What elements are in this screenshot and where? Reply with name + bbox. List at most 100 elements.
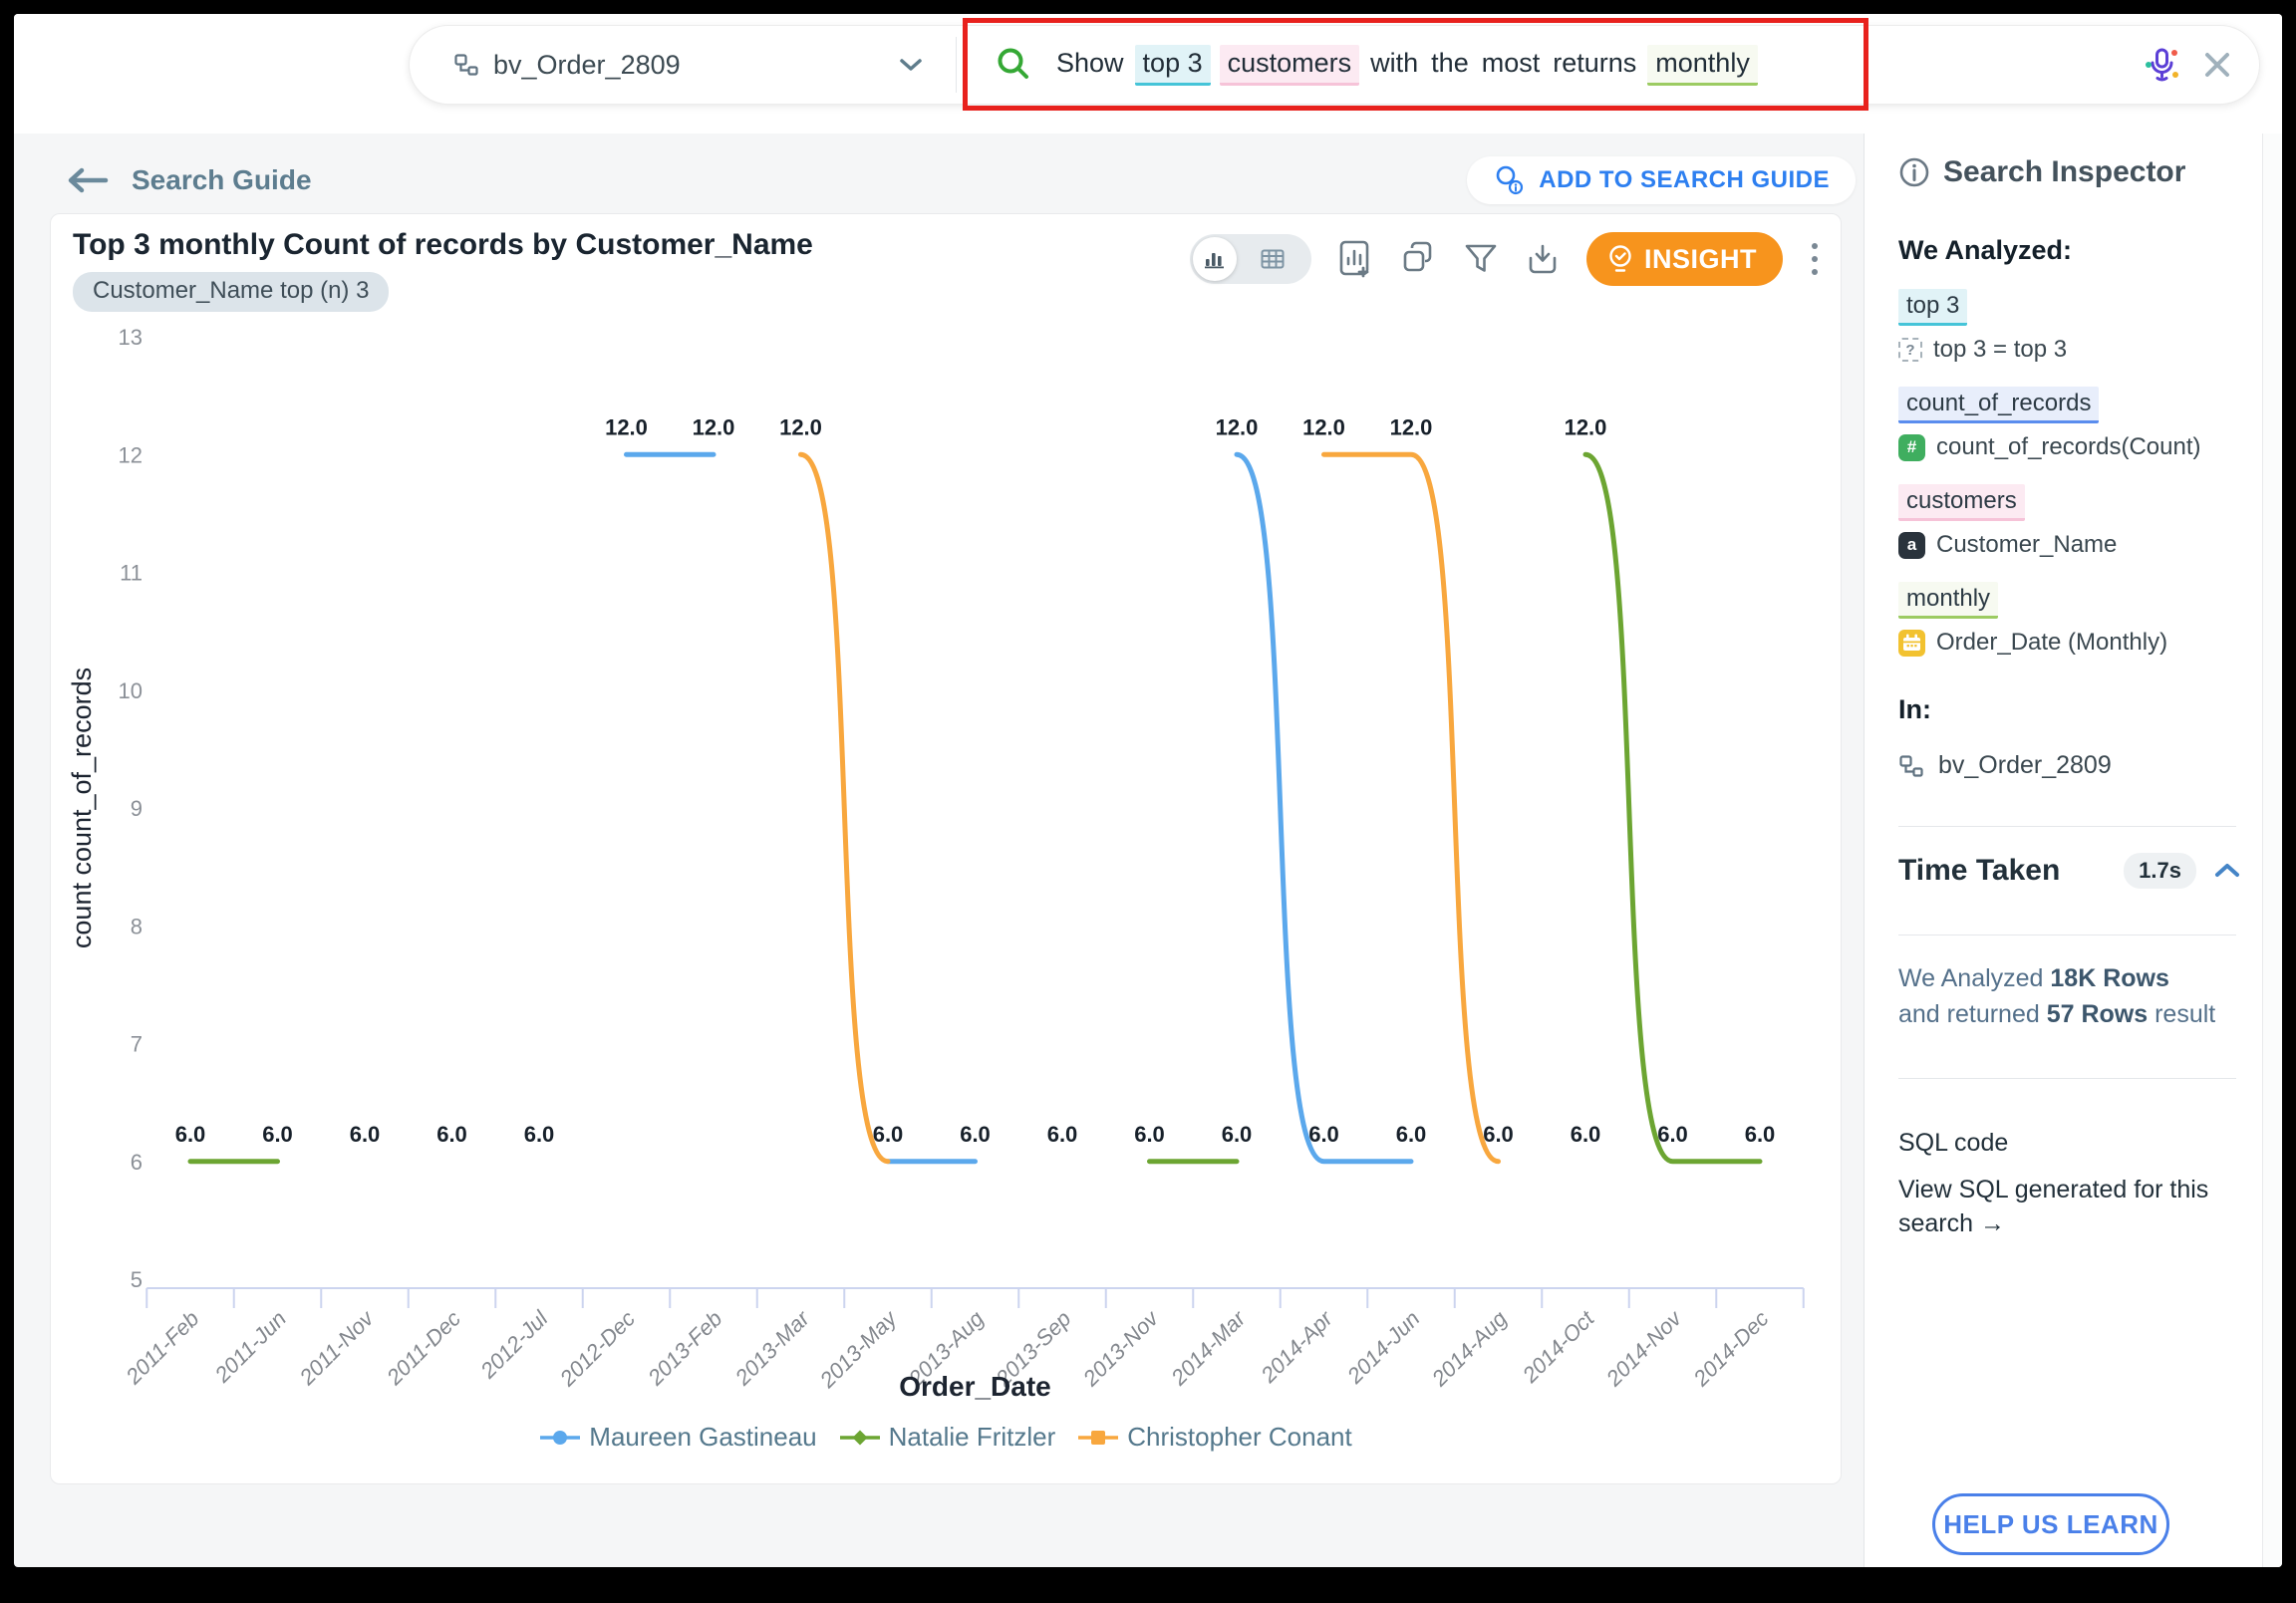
add-to-search-guide-label: ADD TO SEARCH GUIDE [1539, 166, 1830, 194]
chevron-up-icon[interactable] [2212, 861, 2242, 881]
x-tick-label: 2014-Jun [1341, 1306, 1424, 1389]
chart-table-toggle[interactable] [1190, 234, 1311, 284]
data-label: 6.0 [262, 1122, 293, 1147]
add-chart-button[interactable] [1337, 239, 1373, 279]
chart-title: Top 3 monthly Count of records by Custom… [73, 228, 813, 262]
top-bar: bv_Order_2809 Showtop 3customerswiththem… [14, 14, 2282, 134]
data-label: 6.0 [1571, 1122, 1601, 1147]
data-label: 6.0 [1222, 1122, 1253, 1147]
analyzed-detail: count_of_records(Count) [1936, 433, 2200, 461]
filter-button[interactable] [1463, 242, 1499, 276]
guide-row: Search Guide ADD TO SEARCH GUIDE [14, 134, 1864, 213]
y-tick-label: 6 [131, 1150, 143, 1175]
attribute-a-icon: a [1898, 532, 1925, 559]
help-us-learn-button[interactable]: HELP US LEARN [1932, 1493, 2169, 1555]
view-sql-link[interactable]: View SQL generated for this search → [1898, 1174, 2232, 1241]
x-tick-label: 2011-Jun [209, 1306, 291, 1388]
chart-legend: Maureen Gastineau Natalie Fritzler Christo… [51, 1422, 1841, 1453]
back-to-search-guide[interactable]: Search Guide [64, 164, 312, 196]
rows-returned-suffix: result [2148, 1000, 2215, 1028]
legend-item[interactable]: Maureen Gastineau [539, 1422, 816, 1453]
analyzed-token[interactable]: customers [1898, 484, 2025, 521]
data-label: 12.0 [1390, 414, 1433, 439]
insight-button[interactable]: INSIGHT [1586, 232, 1783, 286]
search-bar-actions [2142, 26, 2235, 104]
back-arrow-icon [64, 165, 110, 195]
query-token: the [1429, 45, 1471, 86]
analyzed-group: count_of_records#count_of_records(Count) [1898, 390, 2242, 461]
x-tick-label: 2014-Mar [1166, 1305, 1252, 1391]
analyzed-token[interactable]: top 3 [1898, 289, 1967, 326]
series-line[interactable] [627, 454, 1412, 1162]
search-input[interactable]: Showtop 3customerswiththemostreturnsmont… [957, 26, 2259, 104]
we-analyzed-heading: We Analyzed: [1898, 235, 2242, 266]
data-label: 6.0 [960, 1122, 991, 1147]
y-tick-label: 8 [131, 914, 143, 938]
time-taken-label: Time Taken [1898, 854, 2060, 888]
download-button[interactable] [1525, 241, 1561, 277]
data-label: 6.0 [436, 1122, 467, 1147]
query-token: Show [1054, 45, 1126, 86]
series-line[interactable] [801, 454, 1499, 1162]
analyzed-group: monthlyOrder_Date (Monthly) [1898, 585, 2242, 657]
legend-marker-square [1077, 1430, 1119, 1446]
rows-returned-count: 57 Rows [2047, 1000, 2148, 1028]
analyzed-token[interactable]: monthly [1898, 582, 1998, 619]
chart-card: Top 3 monthly Count of records by Custom… [50, 213, 1842, 1484]
data-label: 6.0 [1308, 1122, 1339, 1147]
analyzed-group: top 3?top 3 = top 3 [1898, 292, 2242, 364]
x-tick-label: 2013-May [814, 1304, 903, 1393]
legend-marker-diamond [839, 1430, 881, 1446]
search-icon [995, 46, 1032, 84]
x-tick-label: 2013-Mar [729, 1305, 815, 1391]
dataset-selector[interactable]: bv_Order_2809 [410, 26, 956, 104]
query-token: most [1480, 45, 1543, 86]
dataset-hierarchy-icon [453, 52, 479, 78]
legend-label: Christopher Conant [1127, 1422, 1351, 1453]
insight-label: INSIGHT [1644, 244, 1757, 275]
data-label: 6.0 [1396, 1122, 1427, 1147]
table-view-toggle[interactable] [1237, 249, 1308, 269]
data-label: 6.0 [1657, 1122, 1688, 1147]
chart-view-toggle[interactable] [1193, 237, 1237, 281]
dataset-hierarchy-icon [1898, 753, 1924, 779]
in-dataset-row: bv_Order_2809 [1898, 751, 2242, 780]
data-label: 6.0 [175, 1122, 206, 1147]
analyzed-group: customersaCustomer_Name [1898, 487, 2242, 559]
data-label: 6.0 [524, 1122, 555, 1147]
question-icon: ? [1898, 338, 1922, 362]
x-tick-label: 2012-Dec [554, 1306, 640, 1392]
data-label: 6.0 [1483, 1122, 1514, 1147]
main-area: Search Guide ADD TO SEARCH GUIDE [14, 134, 1864, 1567]
rows-summary: We Analyzed 18K Rows and returned 57 Row… [1898, 961, 2242, 1032]
top-n-chip[interactable]: Customer_Name top (n) 3 [73, 272, 389, 312]
microphone-icon[interactable] [2142, 45, 2181, 85]
more-options-button[interactable] [1809, 240, 1821, 278]
legend-item[interactable]: Natalie Fritzler [839, 1422, 1056, 1453]
x-tick-label: 2011-Feb [121, 1306, 204, 1390]
close-icon[interactable] [2199, 47, 2235, 83]
chevron-down-icon[interactable] [896, 56, 926, 74]
legend-item[interactable]: Christopher Conant [1077, 1422, 1351, 1453]
y-tick-label: 13 [119, 325, 143, 350]
y-tick-label: 7 [131, 1032, 143, 1057]
data-label: 6.0 [873, 1122, 904, 1147]
analyzed-token[interactable]: count_of_records [1898, 387, 2099, 423]
search-inspector-panel: Search Inspector We Analyzed: top 3?top … [1864, 134, 2262, 1567]
time-taken-row: Time Taken 1.7s [1898, 853, 2242, 889]
divider [1898, 826, 2236, 827]
scrollbar[interactable] [2262, 134, 2282, 1567]
y-tick-label: 10 [119, 678, 143, 703]
data-label: 12.0 [1216, 414, 1259, 439]
inspector-title: Search Inspector [1943, 155, 2185, 189]
content-area: Search Guide ADD TO SEARCH GUIDE [14, 134, 2282, 1567]
line-chart[interactable]: count count_of_records13121110987652011-… [61, 318, 1809, 1414]
search-query[interactable]: Showtop 3customerswiththemostreturnsmont… [1054, 45, 1758, 86]
in-heading: In: [1898, 694, 2242, 725]
arrow-right-icon: → [1980, 1209, 2005, 1237]
analyzed-groups: top 3?top 3 = top 3count_of_records#coun… [1898, 292, 2242, 657]
copy-button[interactable] [1399, 240, 1437, 278]
series-line[interactable] [190, 454, 1760, 1162]
data-label: 6.0 [1745, 1122, 1776, 1147]
add-to-search-guide-button[interactable]: ADD TO SEARCH GUIDE [1467, 156, 1856, 204]
